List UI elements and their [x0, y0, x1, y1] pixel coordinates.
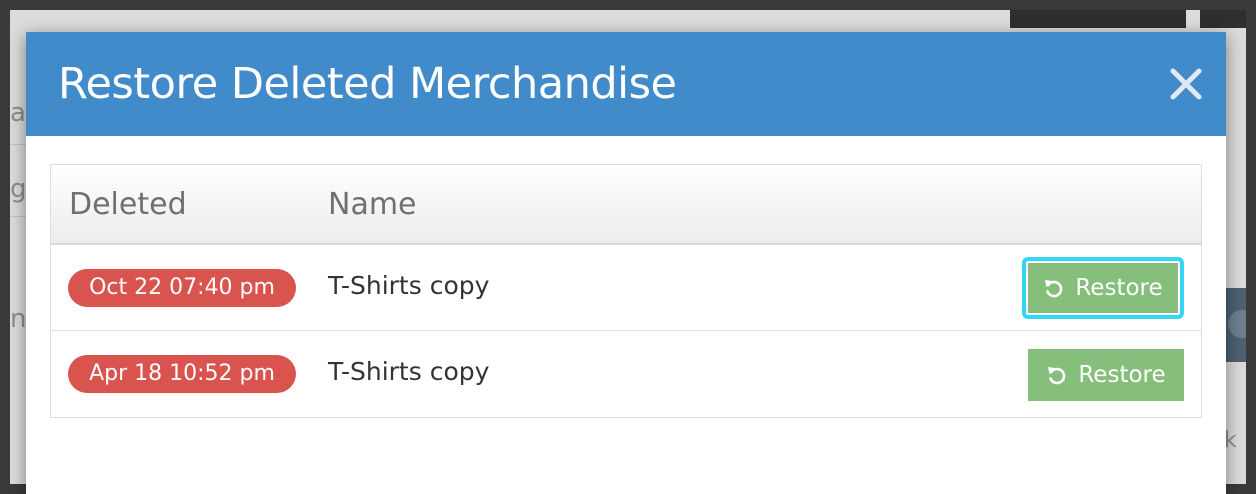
table-row: Apr 18 10:52 pm T-Shirts copy Restore [51, 331, 1201, 416]
item-name: T-Shirts copy [328, 357, 490, 386]
restore-button[interactable]: Restore [1028, 349, 1184, 401]
restore-button-label: Restore [1075, 275, 1163, 301]
modal-title: Restore Deleted Merchandise [58, 59, 677, 109]
column-header-name: Name [328, 187, 417, 222]
table-header: Deleted Name [51, 165, 1201, 245]
close-icon[interactable] [1168, 66, 1204, 102]
table-row: Oct 22 07:40 pm T-Shirts copy Restore [51, 245, 1201, 331]
deleted-date-badge: Oct 22 07:40 pm [68, 269, 296, 307]
restore-icon [1043, 277, 1065, 299]
deleted-items-table: Deleted Name Oct 22 07:40 pm T-Shirts co… [50, 164, 1202, 418]
restore-button[interactable]: Restore [1022, 257, 1184, 319]
restore-deleted-modal: Restore Deleted Merchandise Deleted Name… [26, 32, 1226, 494]
restore-button-label: Restore [1078, 362, 1166, 388]
background-toolbar-block [1010, 10, 1186, 28]
item-name: T-Shirts copy [328, 271, 490, 300]
background-text-fragment: n [10, 304, 27, 334]
deleted-date-badge: Apr 18 10:52 pm [68, 355, 296, 393]
background-toolbar-block [1200, 10, 1246, 28]
background-text-fragment: g [10, 174, 27, 204]
column-header-deleted: Deleted [69, 187, 187, 222]
background-text-fragment: a [10, 98, 26, 128]
modal-header: Restore Deleted Merchandise [26, 32, 1226, 136]
restore-icon [1046, 364, 1068, 386]
